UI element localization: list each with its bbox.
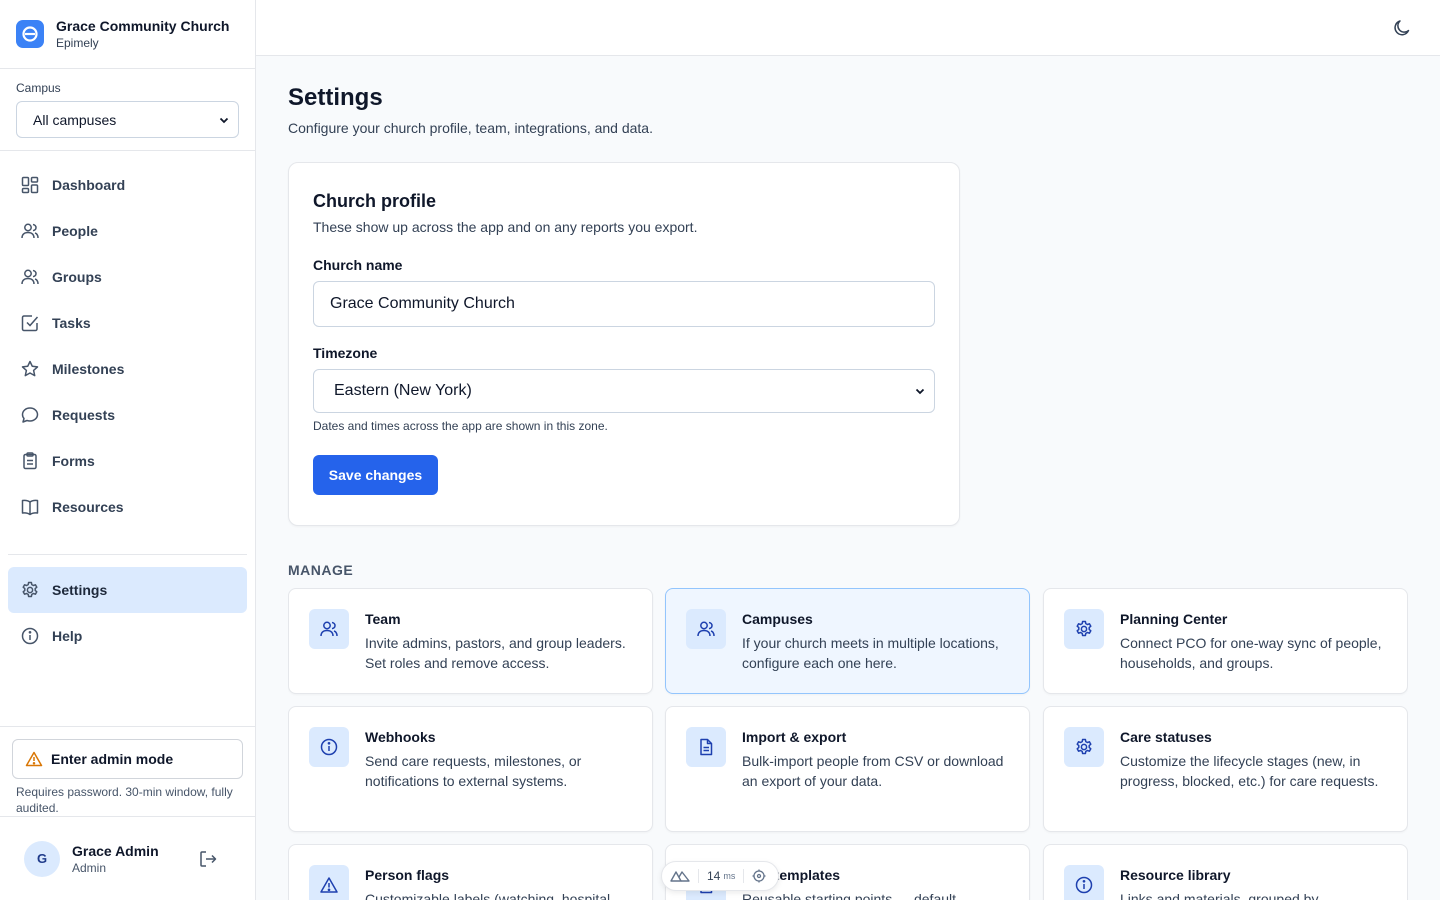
sidebar-nav: Dashboard People Groups Tasks Milestones… [0,151,255,659]
warning-icon [25,751,43,767]
logout-icon[interactable] [198,849,218,869]
tile-title: Planning Center [1120,611,1228,627]
render-time-value: 14 [707,869,721,883]
info-icon [21,627,39,645]
sidebar-item-label: Settings [52,582,108,598]
campus-picker: Campus All campuses [0,69,255,151]
enter-admin-mode-button[interactable]: Enter admin mode [12,739,243,779]
tile-planning-center[interactable]: Planning Center Connect PCO for one-way … [1043,588,1408,694]
info-icon [1064,865,1104,900]
campus-select[interactable]: All campuses [16,101,239,138]
crosshair-icon[interactable] [752,869,766,883]
devtools-pill[interactable]: 14 ms [661,861,779,891]
tile-team[interactable]: Team Invite admins, pastors, and group l… [288,588,653,694]
gear-icon [22,581,38,598]
sidebar-item-label: Groups [52,269,102,285]
sidebar-item-label: People [52,223,98,239]
gear-icon [1064,727,1104,767]
tile-description: Customizable labels (watching, hospital [365,891,611,900]
tile-title: Campuses [742,611,813,627]
admin-note: Requires password. 30-min window, fully … [16,785,233,815]
tile-person-flags[interactable]: Person flags Customizable labels (watchi… [288,844,653,900]
tasks-icon [21,315,39,332]
sidebar-item-people[interactable]: People [8,208,247,254]
brand-logo-icon [16,20,44,48]
tile-description: Connect PCO for one-way sync of people, … [1120,635,1382,671]
users-icon [309,609,349,649]
campus-select-value: All campuses [33,111,117,128]
sidebar: Grace Community Church Epimely Campus Al… [0,0,256,900]
user-profile: G Grace Admin Admin [0,816,255,900]
tile-title: Resource library [1120,867,1231,883]
sidebar-item-label: Forms [52,453,95,469]
sidebar-item-label: Resources [52,499,124,515]
tile-title: Import & export [742,729,847,745]
tile-title: Team [365,611,401,627]
groups-icon [21,269,39,285]
tile-title: Webhooks [365,729,436,745]
sidebar-item-milestones[interactable]: Milestones [8,346,247,392]
people-icon [21,223,39,239]
church-name: Grace Community Church [56,18,230,34]
sidebar-item-groups[interactable]: Groups [8,254,247,300]
moon-icon[interactable] [1392,18,1412,38]
warning-icon [309,865,349,900]
tile-care-statuses[interactable]: Care statuses Customize the lifecycle st… [1043,706,1408,832]
app-name: Epimely [56,36,99,50]
user-role: Admin [72,860,107,875]
tile-description: Customize the lifecycle stages (new, in … [1120,753,1379,789]
sidebar-item-requests[interactable]: Requests [8,392,247,438]
tile-description: Send care requests, milestones, or notif… [365,753,582,789]
user-name: Grace Admin [72,842,159,859]
dashboard-icon [21,176,39,194]
clipboard-icon [23,452,37,470]
pill-divider [698,869,699,883]
campus-label: Campus [16,81,61,95]
sidebar-item-resources[interactable]: Resources [8,484,247,530]
sidebar-item-settings[interactable]: Settings [8,567,247,613]
users-icon [686,609,726,649]
admin-button-label: Enter admin mode [51,751,174,767]
admin-mode-section: Enter admin mode Requires password. 30-m… [0,726,255,816]
top-bar [256,0,1440,56]
sidebar-item-label: Help [52,628,83,644]
brand[interactable]: Grace Community Church Epimely [0,0,255,69]
star-icon [21,360,39,377]
tile-import-export[interactable]: Import & export Bulk-import people from … [665,706,1030,832]
tile-description: Reusable starting points — default [742,891,957,900]
sidebar-item-label: Dashboard [52,177,126,193]
render-time-unit: ms [723,871,736,881]
tile-title: Care statuses [1120,729,1212,745]
tile-campuses[interactable]: Campuses If your church meets in multipl… [665,588,1030,694]
sidebar-item-dashboard[interactable]: Dashboard [8,162,247,208]
message-icon [21,407,39,423]
sidebar-item-label: Tasks [52,315,91,331]
pill-divider [743,869,745,883]
nav-divider [8,554,247,555]
tile-title: Person flags [365,867,450,883]
sidebar-item-tasks[interactable]: Tasks [8,300,247,346]
info-icon [309,727,349,767]
manage-grid-wrapper: Team Invite admins, pastors, and group l… [288,56,1408,900]
gear-icon [1064,609,1104,649]
chevron-down-icon [219,117,229,123]
file-icon [686,727,726,767]
tile-description: Bulk-import people from CSV or download … [742,753,1004,789]
sidebar-item-forms[interactable]: Forms [8,438,247,484]
sidebar-item-label: Requests [52,407,116,423]
tile-description: Links and materials, grouped by [1120,891,1319,900]
avatar[interactable]: G [24,840,60,877]
sidebar-item-help[interactable]: Help [8,613,247,659]
tile-webhooks[interactable]: Webhooks Send care requests, milestones,… [288,706,653,832]
tile-description: If your church meets in multiple locatio… [742,635,999,671]
book-icon [21,499,39,516]
tile-description: Invite admins, pastors, and group leader… [365,635,626,671]
tile-resource-library[interactable]: Resource library Links and materials, gr… [1043,844,1408,900]
sidebar-item-label: Milestones [52,361,125,377]
nuxt-logo-icon [670,871,690,882]
